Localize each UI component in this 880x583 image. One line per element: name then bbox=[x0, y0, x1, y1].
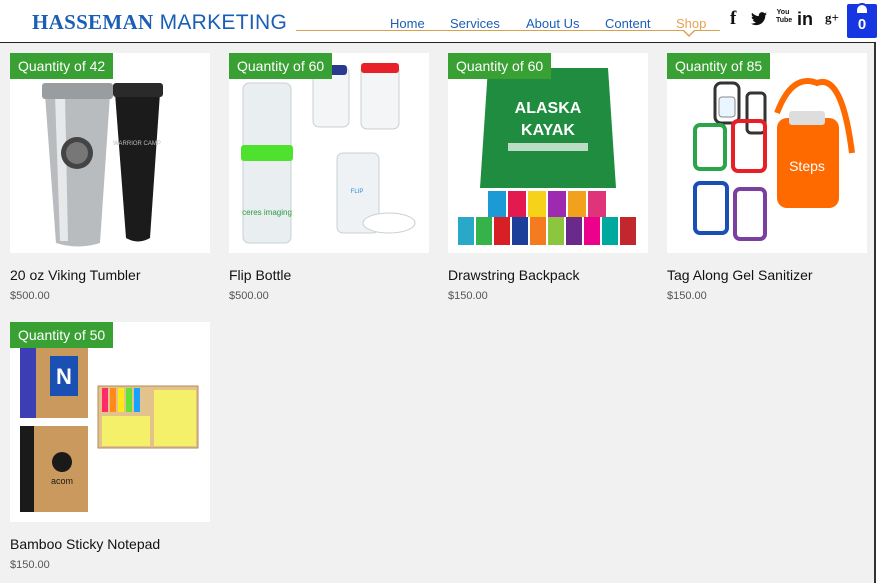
sanitizer-print-steps: Steps bbox=[789, 158, 825, 174]
quantity-badge: Quantity of 60 bbox=[229, 53, 333, 79]
product-image[interactable]: ceres imaging FLIP bbox=[229, 53, 429, 253]
product-image[interactable]: ALASKA KAYAK bbox=[448, 53, 648, 253]
product-image[interactable]: N acom bbox=[10, 322, 210, 522]
product-price: $500.00 bbox=[10, 290, 50, 302]
product-name[interactable]: Tag Along Gel Sanitizer bbox=[667, 267, 813, 283]
product-image[interactable]: Steps bbox=[667, 53, 867, 253]
flip-bottle-image: ceres imaging FLIP bbox=[241, 63, 416, 244]
product-price: $500.00 bbox=[229, 290, 269, 302]
site-header: HASSEMAN MARKETING Home Services About U… bbox=[0, 0, 880, 42]
notepad-print-acom: acom bbox=[51, 476, 73, 486]
bottle-print-flip: FLIP bbox=[351, 189, 364, 195]
tumbler-image: WARRIOR CAMP bbox=[42, 83, 163, 247]
quantity-badge: Quantity of 60 bbox=[448, 53, 552, 79]
nav-item-home[interactable]: Home bbox=[390, 16, 425, 31]
product-image[interactable]: WARRIOR CAMP bbox=[10, 53, 210, 253]
product-name[interactable]: Flip Bottle bbox=[229, 267, 291, 283]
main-nav: Home Services About Us Content Shop bbox=[296, 14, 720, 37]
bottle-print-ceres: ceres imaging bbox=[242, 208, 292, 217]
product-price: $150.00 bbox=[667, 290, 707, 302]
shopping-bag-icon bbox=[855, 3, 869, 13]
cart-count: 0 bbox=[857, 16, 867, 33]
twitter-icon[interactable] bbox=[751, 12, 767, 31]
youtube-icon[interactable]: You Tube bbox=[776, 9, 792, 25]
backpack-print-kayak: KAYAK bbox=[521, 122, 575, 139]
backpack-print-alaska: ALASKA bbox=[515, 100, 582, 117]
quantity-badge: Quantity of 42 bbox=[10, 53, 114, 79]
tumbler-print-warrior: WARRIOR CAMP bbox=[113, 141, 161, 147]
sanitizer-image: Steps bbox=[693, 78, 855, 241]
active-indicator-caret bbox=[682, 29, 696, 37]
nav-item-about-us[interactable]: About Us bbox=[526, 16, 579, 31]
brand-name-bold: HASSEMAN bbox=[32, 10, 154, 34]
backpack-image: ALASKA KAYAK bbox=[458, 68, 636, 245]
quantity-badge: Quantity of 50 bbox=[10, 322, 114, 348]
nav-underline bbox=[296, 30, 720, 31]
product-name[interactable]: Drawstring Backpack bbox=[448, 267, 580, 283]
nav-item-content[interactable]: Content bbox=[605, 16, 651, 31]
quantity-badge: Quantity of 85 bbox=[667, 53, 771, 79]
nav-item-services[interactable]: Services bbox=[450, 16, 500, 31]
product-price: $150.00 bbox=[10, 559, 50, 571]
google-plus-icon[interactable]: g+ bbox=[825, 10, 839, 26]
notepad-print-n: N bbox=[56, 364, 72, 389]
brand-logo[interactable]: HASSEMAN MARKETING bbox=[32, 10, 287, 35]
notepad-image: N acom bbox=[20, 342, 199, 512]
shop-gallery: WARRIOR CAMP Quantity of 42 20 oz Viking… bbox=[0, 42, 876, 583]
cart-button[interactable]: 0 bbox=[847, 3, 877, 38]
product-name[interactable]: Bamboo Sticky Notepad bbox=[10, 536, 160, 552]
brand-name-light: MARKETING bbox=[159, 11, 288, 34]
linkedin-icon[interactable]: in bbox=[797, 9, 813, 30]
product-name[interactable]: 20 oz Viking Tumbler bbox=[10, 267, 140, 283]
facebook-icon[interactable]: f bbox=[730, 8, 736, 30]
product-price: $150.00 bbox=[448, 290, 488, 302]
